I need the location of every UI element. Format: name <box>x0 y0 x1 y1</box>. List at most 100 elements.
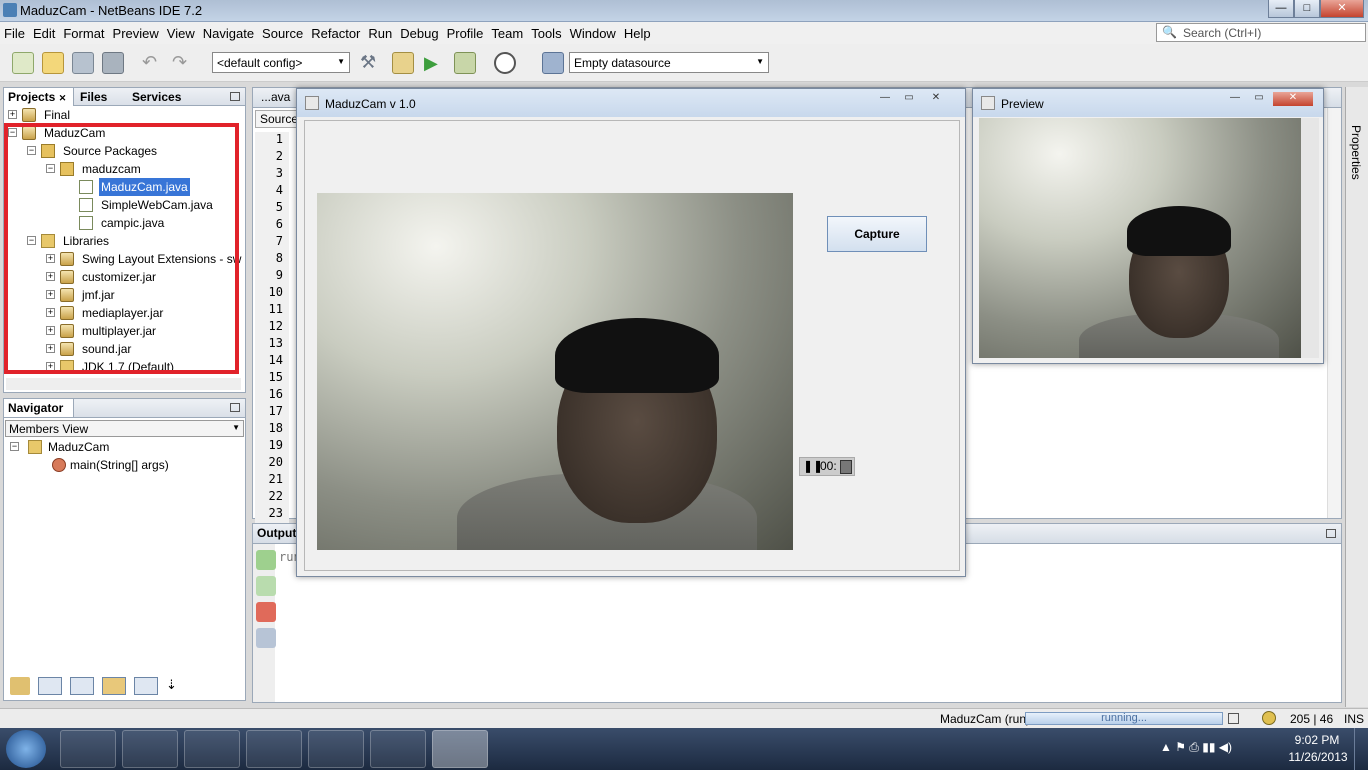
redo-icon[interactable]: ↷ <box>172 52 194 74</box>
sort-icon[interactable]: ⇣ <box>166 677 186 695</box>
close-button[interactable]: ✕ <box>1273 92 1313 106</box>
editor-vertical-scrollbar[interactable] <box>1327 108 1341 518</box>
profile-icon[interactable] <box>494 52 516 74</box>
search-input[interactable]: 🔍 Search (Ctrl+I) <box>1156 23 1366 42</box>
minimize-panel-icon[interactable] <box>1326 529 1336 538</box>
menu-help[interactable]: Help <box>620 26 655 41</box>
datasource-icon[interactable] <box>542 52 564 74</box>
show-nonpublic-icon[interactable] <box>102 677 126 695</box>
cursor-position: 205 | 46 <box>1290 712 1334 726</box>
clock-time[interactable]: 9:02 PM <box>1292 733 1342 747</box>
search-icon: 🔍 <box>1162 25 1177 39</box>
show-desktop-button[interactable] <box>1354 728 1368 770</box>
insert-mode: INS <box>1344 712 1365 726</box>
menu-edit[interactable]: Edit <box>29 26 59 41</box>
open-project-icon[interactable] <box>72 52 94 74</box>
preview-window: Preview — ▭ ✕ <box>972 88 1324 364</box>
project-icon <box>22 108 36 122</box>
close-button[interactable]: ✕ <box>923 92 949 106</box>
tab-output[interactable]: Output <box>253 524 300 542</box>
expand-icon[interactable]: + <box>8 110 17 119</box>
navigator-tabstrip: Navigator ✕ <box>4 399 245 428</box>
horizontal-scrollbar[interactable] <box>6 378 241 390</box>
stop-icon[interactable] <box>256 602 276 622</box>
tab-editor-file[interactable]: ...ava <box>257 88 294 106</box>
show-inherited-icon[interactable] <box>10 677 30 695</box>
line-number-gutter: 1 2 3 4 5 6 7 8 9 10 11 12 13 14 15 16 17 18 19 20 21 22 23 <box>255 132 289 523</box>
line-number: 13 <box>268 336 283 350</box>
line-number: 15 <box>268 370 283 384</box>
properties-tab[interactable]: Properties <box>1349 125 1363 180</box>
minimize-panel-icon[interactable] <box>230 92 240 101</box>
rerun-with-params-icon[interactable] <box>256 576 276 596</box>
menu-source[interactable]: Source <box>258 26 307 41</box>
tab-projects[interactable]: Projects ✕ <box>4 88 74 106</box>
menu-refactor[interactable]: Refactor <box>307 26 364 41</box>
maximize-button[interactable]: ▭ <box>899 92 919 106</box>
start-button[interactable] <box>6 730 46 768</box>
datasource-select[interactable]: Empty datasource <box>569 52 769 73</box>
line-number: 8 <box>275 251 283 265</box>
close-tab-icon[interactable]: ✕ <box>59 93 67 103</box>
minimize-button[interactable]: — <box>1268 0 1294 18</box>
menu-format[interactable]: Format <box>59 26 108 41</box>
taskbar-media-icon[interactable] <box>246 730 302 768</box>
line-number: 10 <box>268 285 283 299</box>
source-tab[interactable]: Source <box>255 110 299 128</box>
menu-tools[interactable]: Tools <box>527 26 565 41</box>
menu-file[interactable]: File <box>0 26 29 41</box>
clock-date[interactable]: 11/26/2013 <box>1286 750 1350 764</box>
show-fields-icon[interactable] <box>38 677 62 695</box>
settings-icon[interactable] <box>256 628 276 648</box>
members-view-select[interactable]: Members View ▼ <box>5 420 244 437</box>
tree-item-project[interactable]: + Final <box>4 106 234 124</box>
menu-preview[interactable]: Preview <box>109 26 163 41</box>
minimize-button[interactable]: — <box>1225 92 1245 106</box>
taskbar-explorer-icon[interactable] <box>60 730 116 768</box>
taskbar-firefox-icon[interactable] <box>122 730 178 768</box>
tab-services[interactable]: Services <box>128 88 198 106</box>
close-button[interactable]: ✕ <box>1320 0 1364 18</box>
menu-window[interactable]: Window <box>566 26 620 41</box>
menu-debug[interactable]: Debug <box>396 26 442 41</box>
new-file-icon[interactable] <box>12 52 34 74</box>
taskbar-app-icon[interactable] <box>184 730 240 768</box>
taskbar-netbeans-icon[interactable] <box>370 730 426 768</box>
minimize-panel-icon[interactable] <box>230 403 240 412</box>
show-inner-icon[interactable] <box>134 677 158 695</box>
menu-view[interactable]: View <box>163 26 199 41</box>
config-select[interactable]: <default config> <box>212 52 350 73</box>
build-hammer-icon[interactable]: ⚒ <box>360 52 382 74</box>
taskbar-java-icon[interactable] <box>432 730 488 768</box>
save-all-icon[interactable] <box>102 52 124 74</box>
maduzcam-title: MaduzCam v 1.0 <box>325 97 416 111</box>
maximize-button[interactable]: □ <box>1294 0 1320 18</box>
collapse-icon[interactable]: − <box>10 442 19 451</box>
person-hair <box>555 318 719 393</box>
tab-navigator[interactable]: Navigator ✕ <box>4 399 74 428</box>
capture-button[interactable]: Capture <box>827 216 927 252</box>
menu-team[interactable]: Team <box>487 26 527 41</box>
highlight-rectangle <box>4 123 239 374</box>
new-project-icon[interactable] <box>42 52 64 74</box>
taskbar-paint-icon[interactable] <box>308 730 364 768</box>
menu-navigate[interactable]: Navigate <box>199 26 258 41</box>
undo-icon[interactable]: ↶ <box>142 52 164 74</box>
run-icon[interactable]: ▶ <box>424 52 446 74</box>
show-static-icon[interactable] <box>70 677 94 695</box>
minimize-button[interactable]: — <box>875 92 895 106</box>
menu-run[interactable]: Run <box>364 26 396 41</box>
tab-files[interactable]: Files <box>76 88 126 106</box>
debug-icon[interactable] <box>454 52 476 74</box>
rerun-icon[interactable] <box>256 550 276 570</box>
film-icon[interactable] <box>840 460 852 474</box>
menu-profile[interactable]: Profile <box>443 26 488 41</box>
cancel-progress-icon[interactable] <box>1228 713 1239 724</box>
clean-build-icon[interactable] <box>392 52 414 74</box>
status-bar: MaduzCam (run) running... 205 | 46 INS <box>0 708 1368 728</box>
preview-scrollbar[interactable] <box>1301 118 1319 358</box>
notification-icon[interactable] <box>1262 711 1276 725</box>
player-controls: ❚❚ 00: <box>799 457 855 476</box>
projects-tabstrip: Projects ✕ Files Services <box>4 88 245 106</box>
maximize-button[interactable]: ▭ <box>1249 92 1269 106</box>
